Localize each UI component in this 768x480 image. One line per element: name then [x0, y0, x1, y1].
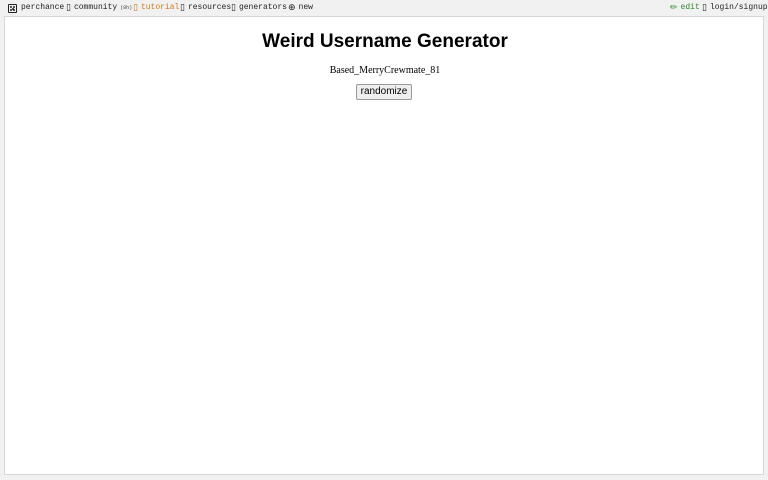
- nav-generators-label: generators: [238, 3, 287, 12]
- book-icon: ▯: [133, 3, 138, 13]
- nav-community-label: community: [73, 3, 118, 12]
- nav-perchance[interactable]: perchance: [8, 0, 64, 16]
- resources-icon: ▯: [180, 3, 185, 13]
- chat-icon: ▯: [66, 3, 71, 13]
- nav-edit[interactable]: ✏ edit: [670, 0, 700, 16]
- community-badge: (8h): [120, 5, 133, 11]
- dice-icon: [8, 3, 17, 13]
- generated-username: Based_MerryCrewmate_81: [329, 65, 441, 76]
- nav-new-label: new: [298, 3, 313, 12]
- nav-tutorial[interactable]: ▯ tutorial: [133, 0, 179, 16]
- top-nav-bar: perchance ▯ community (8h) ▯ tutorial ▯ …: [0, 0, 768, 16]
- nav-perchance-label: perchance: [21, 3, 65, 12]
- nav-edit-label: edit: [680, 3, 700, 12]
- page-title: Weird Username Generator: [262, 31, 508, 52]
- nav-generators[interactable]: ▯ generators: [231, 0, 287, 16]
- nav-login[interactable]: ▯ login/signup: [702, 0, 768, 16]
- nav-community[interactable]: ▯ community (8h): [66, 0, 132, 16]
- generator-panel: Weird Username Generator Based_MerryCrew…: [4, 16, 764, 475]
- nav-login-label: login/signup: [709, 3, 768, 12]
- nav-tutorial-label: tutorial: [140, 3, 180, 12]
- user-icon: ▯: [702, 3, 707, 13]
- pencil-icon: ✏: [670, 3, 678, 13]
- nav-resources[interactable]: ▯ resources: [180, 0, 231, 16]
- plus-circle-icon: ⊕: [288, 3, 296, 13]
- randomize-button[interactable]: randomize: [356, 84, 412, 100]
- nav-new[interactable]: ⊕ new: [288, 0, 313, 16]
- nav-resources-label: resources: [187, 3, 232, 12]
- generators-icon: ▯: [231, 3, 236, 13]
